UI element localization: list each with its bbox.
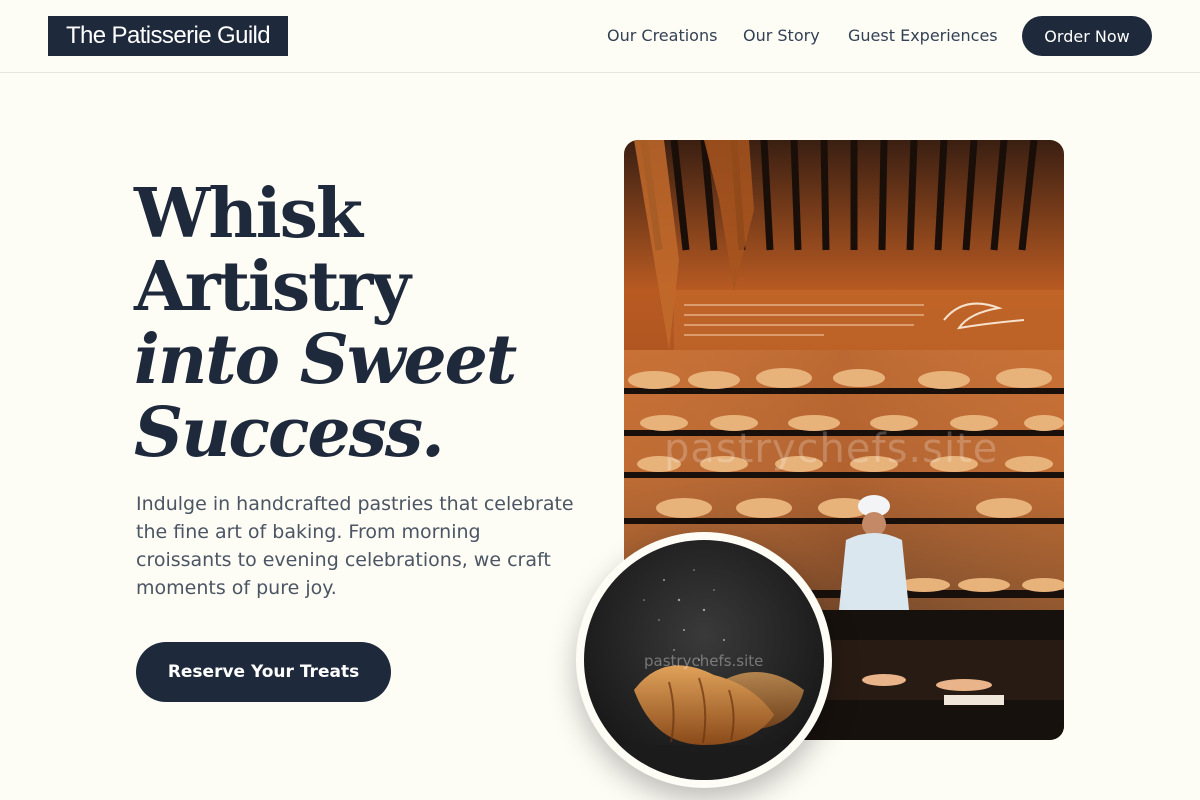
order-now-button[interactable]: Order Now [1022,16,1152,56]
headline-line-4: Success. [134,393,445,473]
hero-description: Indulge in handcrafted pastries that cel… [136,493,574,599]
headline-line-2: Artistry [134,247,411,327]
headline-line-1: Whisk [134,174,363,254]
nav-link-guest-experiences[interactable]: Guest Experiences [848,26,998,46]
nav-link-our-story[interactable]: Our Story [743,26,820,46]
croissant-photo-frame: pastrychefs.site [576,532,832,788]
headline-line-3: into Sweet [134,320,517,400]
croissant-photo: pastrychefs.site [584,540,824,780]
site-header: The Patisserie Guild Our Creations Our S… [0,0,1200,73]
nav-link-our-creations[interactable]: Our Creations [607,26,717,46]
bakery-watermark: pastrychefs.site [664,426,999,472]
hero-headline: Whisk Artistry into Sweet Success. [134,178,604,470]
croissant-watermark: pastrychefs.site [644,652,764,670]
reserve-treats-button[interactable]: Reserve Your Treats [136,642,391,702]
logo[interactable]: The Patisserie Guild [48,16,288,56]
